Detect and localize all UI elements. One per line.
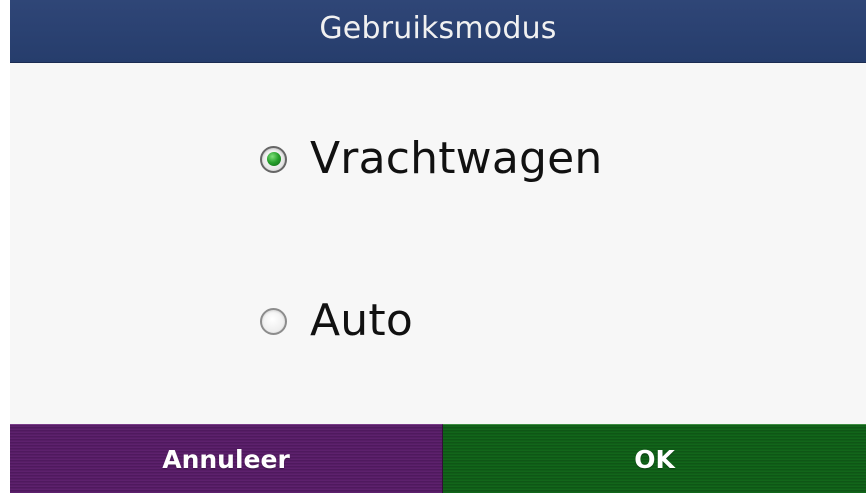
usage-mode-screen: Gebruiksmodus Vrachtwagen Auto Annuleer … [0, 0, 866, 493]
title-bar: Gebruiksmodus [10, 0, 866, 63]
bottom-button-bar: Annuleer OK [10, 424, 866, 493]
truck-mode-label: Vrachtwagen [310, 133, 603, 184]
radio-selected-dot-icon [266, 152, 281, 166]
car-mode-label: Auto [310, 295, 413, 346]
mode-selection-panel: Vrachtwagen Auto [10, 63, 866, 424]
car-mode-option[interactable]: Auto [260, 289, 413, 353]
radio-unselected-icon[interactable] [260, 307, 287, 335]
radio-selected-icon[interactable] [260, 145, 287, 173]
ok-button[interactable]: OK [443, 424, 866, 493]
truck-mode-option[interactable]: Vrachtwagen [260, 127, 603, 191]
page-title: Gebruiksmodus [319, 11, 557, 46]
cancel-button[interactable]: Annuleer [10, 424, 443, 493]
